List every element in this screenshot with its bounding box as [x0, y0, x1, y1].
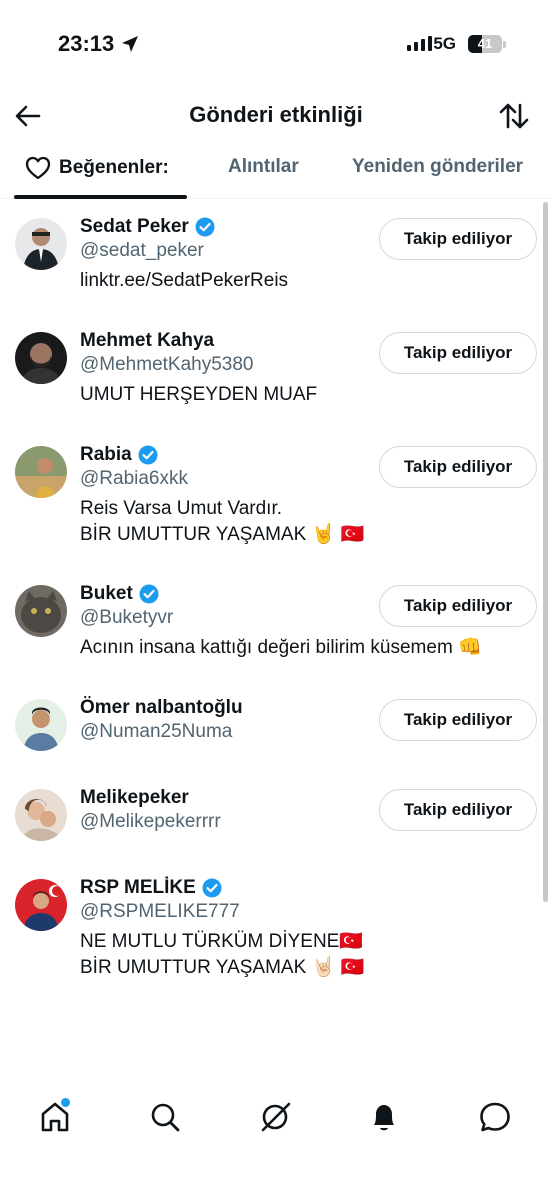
- user-name[interactable]: Sedat Peker: [80, 216, 215, 238]
- list-item[interactable]: Ömer nalbantoğlu @Numan25Numa Takip edil…: [0, 697, 552, 759]
- avatar: [15, 446, 67, 498]
- user-name-text: Buket: [80, 583, 133, 604]
- following-button[interactable]: Takip ediliyor: [379, 789, 537, 831]
- status-time-text: 23:13: [58, 31, 115, 56]
- user-handle[interactable]: @Buketyvr: [80, 607, 173, 629]
- user-bio: NE MUTLU TÜRKÜM DİYENE🇹🇷 BİR UMUTTUR YAŞ…: [80, 931, 365, 978]
- tab-reposts[interactable]: Yeniden gönderiler: [352, 156, 523, 178]
- user-name[interactable]: Mehmet Kahya: [80, 330, 214, 352]
- tab-likes[interactable]: Beğenenler:: [25, 156, 169, 180]
- heart-icon: [25, 156, 51, 180]
- user-handle[interactable]: @Rabia6xkk: [80, 468, 188, 490]
- user-name[interactable]: RSP MELİKE: [80, 877, 222, 899]
- user-bio: Acının insana kattığı değeri bilirim küs…: [80, 637, 482, 658]
- list-item[interactable]: Rabia @Rabia6xkk Reis Varsa Umut Vardır.…: [0, 444, 552, 556]
- user-handle[interactable]: @Melikepekerrrr: [80, 811, 221, 833]
- user-name[interactable]: Ömer nalbantoğlu: [80, 697, 243, 719]
- bottom-nav: [0, 1080, 552, 1160]
- user-name-text: Mehmet Kahya: [80, 330, 215, 351]
- battery-level: 41: [477, 36, 493, 51]
- user-name[interactable]: Rabia: [80, 444, 158, 466]
- following-button[interactable]: Takip ediliyor: [379, 332, 537, 374]
- verified-badge-icon: [202, 878, 222, 898]
- user-name[interactable]: Melikepeker: [80, 787, 189, 809]
- page-title: Gönderi etkinliği: [189, 102, 363, 127]
- user-name[interactable]: Buket: [80, 583, 159, 605]
- sort-arrows-icon[interactable]: [498, 100, 530, 132]
- tab-bar: Beğenenler: Alıntılar Yeniden gönderiler: [0, 142, 552, 199]
- user-handle[interactable]: @sedat_peker: [80, 240, 204, 262]
- user-handle[interactable]: @Numan25Numa: [80, 721, 232, 743]
- tab-likes-label: Beğenenler:: [59, 157, 169, 178]
- active-tab-indicator: [14, 195, 187, 199]
- notification-dot: [61, 1098, 70, 1107]
- avatar: [15, 879, 67, 931]
- user-name-text: RSP MELİKE: [80, 877, 196, 898]
- user-handle[interactable]: @RSPMELIKE777: [80, 901, 240, 923]
- battery-tip: [503, 41, 506, 48]
- user-bio: Reis Varsa Umut Vardır. BİR UMUTTUR YAŞA…: [80, 498, 365, 545]
- status-bar: 23:13 5G 41: [0, 0, 552, 90]
- list-item[interactable]: Melikepeker @Melikepekerrrr Takip ediliy…: [0, 787, 552, 849]
- user-handle[interactable]: @MehmetKahy5380: [80, 354, 254, 376]
- avatar: [15, 699, 67, 751]
- verified-badge-icon: [138, 445, 158, 465]
- following-button[interactable]: Takip ediliyor: [379, 585, 537, 627]
- tab-reposts-label: Yeniden gönderiler: [352, 156, 524, 177]
- network-type: 5G: [433, 34, 456, 53]
- tab-quotes[interactable]: Alıntılar: [228, 156, 299, 178]
- list-item[interactable]: Mehmet Kahya @MehmetKahy5380 UMUT HERŞEY…: [0, 330, 552, 412]
- user-bio: linktr.ee/SedatPekerReis: [80, 270, 289, 291]
- following-button[interactable]: Takip ediliyor: [379, 218, 537, 260]
- search-icon[interactable]: [148, 1100, 182, 1134]
- location-arrow-icon: [122, 36, 139, 52]
- messages-icon[interactable]: [478, 1100, 512, 1134]
- user-name-text: Melikepeker: [80, 787, 189, 808]
- verified-badge-icon: [195, 217, 215, 237]
- avatar: [15, 218, 67, 270]
- list-item[interactable]: Buket @Buketyvr Acının insana kattığı de…: [0, 583, 552, 665]
- scrollbar[interactable]: [543, 202, 548, 902]
- grok-icon[interactable]: [258, 1100, 292, 1134]
- list-item[interactable]: Sedat Peker @sedat_peker linktr.ee/Sedat…: [0, 216, 552, 318]
- signal-icon: [407, 36, 432, 51]
- top-bar: Gönderi etkinliği: [0, 92, 552, 142]
- status-time: 23:13: [58, 31, 140, 57]
- following-button[interactable]: Takip ediliyor: [379, 699, 537, 741]
- battery-icon: 41: [468, 35, 502, 53]
- verified-badge-icon: [139, 584, 159, 604]
- user-name-text: Ömer nalbantoğlu: [80, 697, 243, 718]
- user-name-text: Sedat Peker: [80, 216, 189, 237]
- user-bio: UMUT HERŞEYDEN MUAF: [80, 384, 318, 405]
- avatar: [15, 332, 67, 384]
- avatar: [15, 585, 67, 637]
- notifications-icon[interactable]: [367, 1100, 401, 1134]
- tab-quotes-label: Alıntılar: [228, 156, 299, 177]
- avatar: [15, 789, 67, 841]
- following-button[interactable]: Takip ediliyor: [379, 446, 537, 488]
- user-name-text: Rabia: [80, 444, 132, 465]
- list-item[interactable]: RSP MELİKE @RSPMELIKE777 NE MUTLU TÜRKÜM…: [0, 877, 552, 989]
